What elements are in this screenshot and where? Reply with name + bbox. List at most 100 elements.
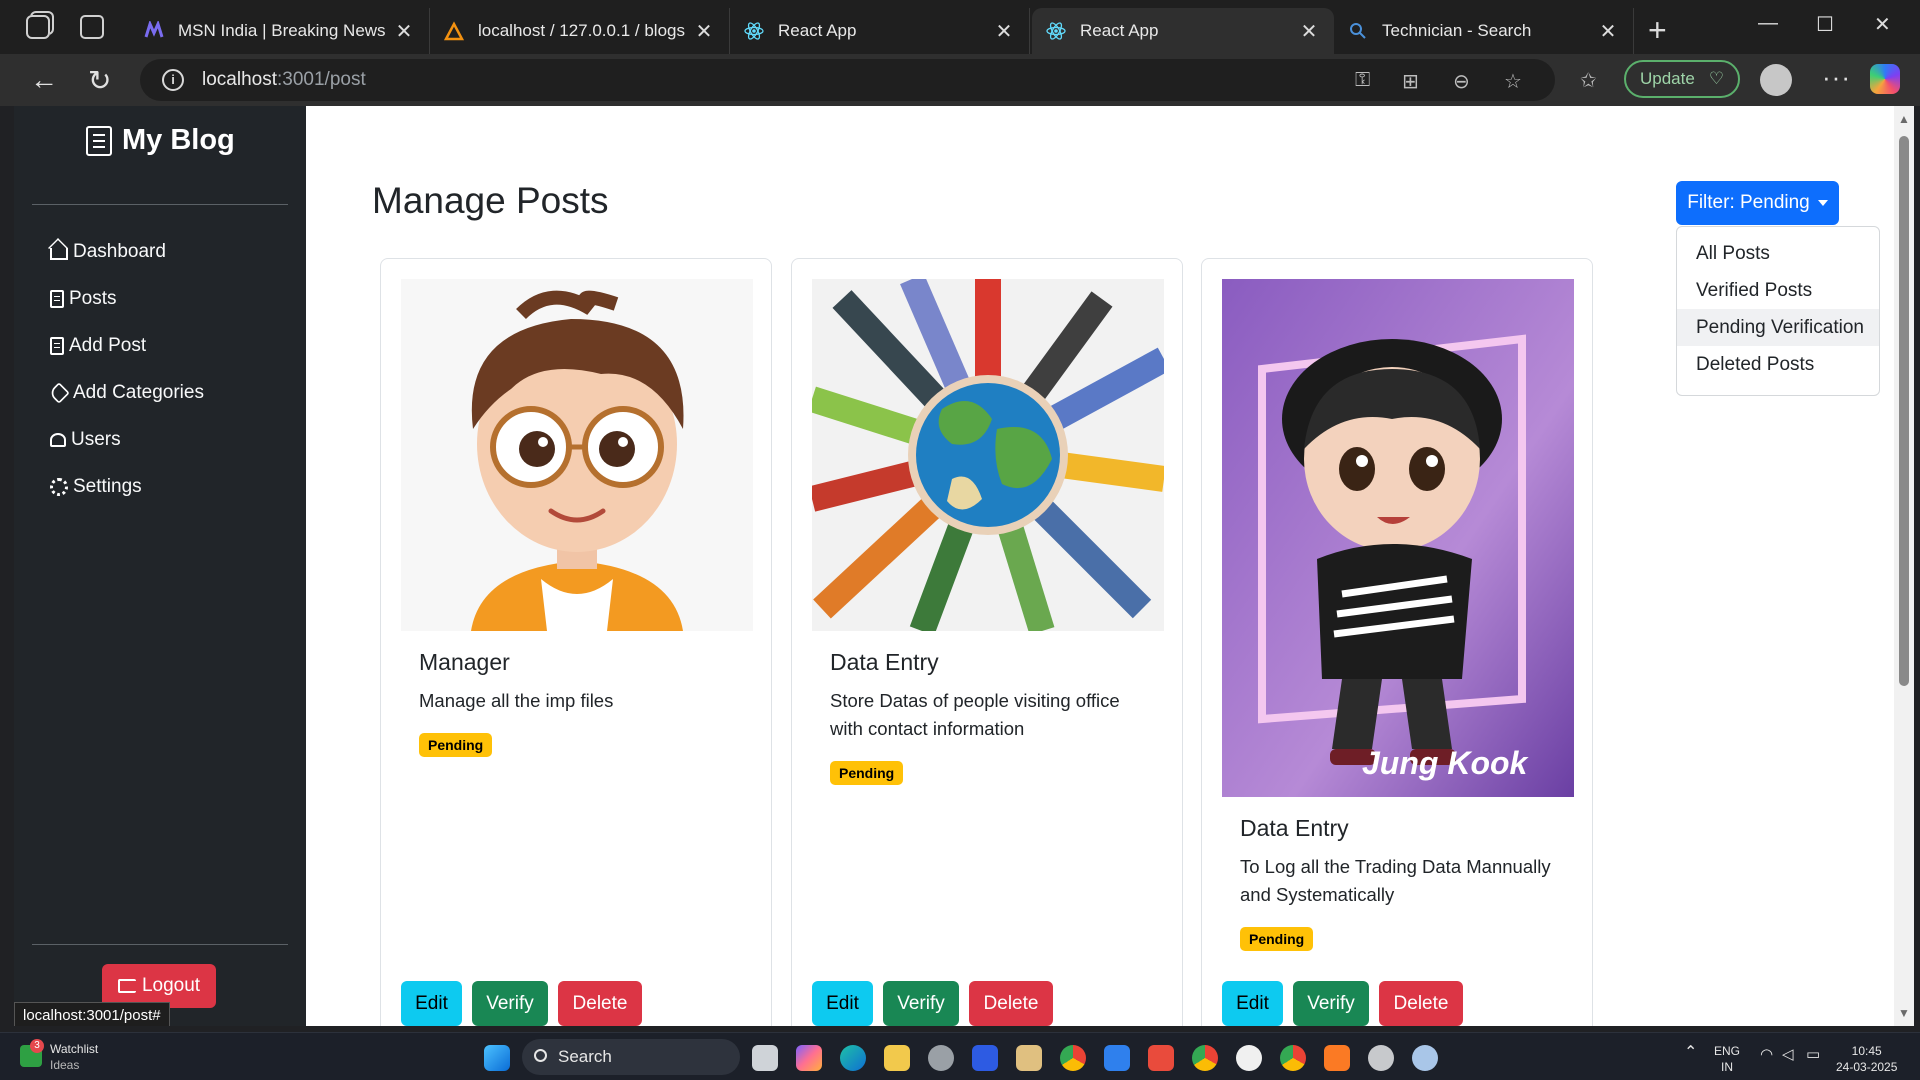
widget-title: Watchlist: [50, 1042, 99, 1056]
workspaces-icon[interactable]: [26, 15, 50, 39]
taskbar-search[interactable]: Search: [522, 1039, 740, 1075]
phpmyadmin-icon: [444, 21, 464, 41]
verify-button[interactable]: Verify: [883, 981, 959, 1026]
key-icon[interactable]: ⚿: [1355, 69, 1370, 92]
tab-msn[interactable]: MSN India | Breaking News, Ente ✕: [130, 8, 430, 54]
tab-react-app-active[interactable]: React App ✕: [1032, 8, 1334, 54]
post-description: To Log all the Trading Data Mannually an…: [1240, 856, 1551, 905]
filter-option-deleted[interactable]: Deleted Posts: [1677, 346, 1879, 383]
delete-button[interactable]: Delete: [969, 981, 1053, 1026]
filter-dropdown-menu: All Posts Verified Posts Pending Verific…: [1676, 226, 1880, 396]
sidebar-item-label: Users: [71, 428, 121, 450]
sidebar-item-add-categories[interactable]: Add Categories: [48, 369, 204, 416]
notification-badge: 3: [30, 1039, 44, 1053]
delete-label: Delete: [1393, 992, 1449, 1014]
browser-tab-bar: MSN India | Breaking News, Ente ✕ localh…: [0, 0, 1920, 54]
task-view-icon[interactable]: [752, 1045, 778, 1071]
caret-down-icon: [1817, 200, 1828, 206]
settings-icon[interactable]: [1412, 1045, 1438, 1071]
battery-icon[interactable]: ▭: [1806, 1047, 1820, 1063]
chevron-up-icon[interactable]: ⌃: [1684, 1045, 1697, 1061]
tab-title: MSN India | Breaking News, Ente: [178, 21, 385, 40]
sidebar-item-users[interactable]: Users: [50, 416, 204, 463]
sidebar-item-dashboard[interactable]: Dashboard: [50, 228, 204, 275]
filter-option-pending[interactable]: Pending Verification: [1677, 309, 1879, 346]
back-button[interactable]: ←: [30, 64, 58, 96]
tab-technician-search[interactable]: Technician - Search ✕: [1334, 8, 1634, 54]
unity-icon[interactable]: [928, 1045, 954, 1071]
post-description: Manage all the imp files: [419, 690, 614, 711]
sidebar-item-settings[interactable]: Settings: [50, 463, 204, 510]
file-explorer-icon[interactable]: [884, 1045, 910, 1071]
close-icon[interactable]: ✕: [393, 19, 415, 44]
verify-label: Verify: [1307, 992, 1355, 1014]
delete-button[interactable]: Delete: [1379, 981, 1463, 1026]
filter-option-all[interactable]: All Posts: [1677, 235, 1879, 272]
status-badge: Pending: [419, 733, 493, 757]
post-description: Store Datas of people visiting office wi…: [830, 690, 1120, 739]
close-window-button[interactable]: ✕: [1874, 12, 1891, 37]
edge-icon[interactable]: [840, 1045, 866, 1071]
update-button[interactable]: Update ♡: [1624, 60, 1740, 98]
verify-button[interactable]: Verify: [472, 981, 548, 1026]
new-tab-button[interactable]: +: [1648, 12, 1667, 49]
filter-option-verified[interactable]: Verified Posts: [1677, 272, 1879, 309]
close-icon[interactable]: ✕: [1597, 19, 1619, 44]
site-info-icon[interactable]: i: [162, 69, 184, 91]
vscode-icon[interactable]: [1104, 1045, 1130, 1071]
wifi-icon[interactable]: ◠: [1760, 1047, 1773, 1063]
close-icon[interactable]: ✕: [1298, 19, 1320, 44]
filter-dropdown-button[interactable]: Filter: Pending: [1676, 181, 1839, 225]
watchlist-widget[interactable]: Watchlist Ideas: [50, 1041, 98, 1073]
tab-phpmyadmin[interactable]: localhost / 127.0.0.1 / blogs / ad ✕: [430, 8, 730, 54]
app-icon[interactable]: [1016, 1045, 1042, 1071]
close-icon[interactable]: ✕: [693, 19, 715, 44]
maximize-button[interactable]: ☐: [1816, 12, 1834, 37]
sidebar-item-label: Posts: [69, 287, 117, 309]
favorite-star-icon[interactable]: ☆: [1504, 69, 1522, 94]
copilot-icon[interactable]: [1870, 64, 1900, 94]
post-image: [401, 279, 753, 631]
tag-icon: [48, 381, 70, 404]
scroll-up-icon[interactable]: ▲: [1898, 112, 1910, 126]
page-scrollbar[interactable]: ▲ ▼: [1894, 106, 1914, 1026]
zoom-icon[interactable]: ⊖: [1453, 69, 1470, 94]
wps-icon[interactable]: [1148, 1045, 1174, 1071]
chrome-icon[interactable]: [1280, 1045, 1306, 1071]
app-icon[interactable]: [972, 1045, 998, 1071]
sidebar-item-add-post[interactable]: Add Post: [50, 322, 204, 369]
favorites-icon[interactable]: ✩: [1580, 68, 1597, 93]
refresh-button[interactable]: ↻: [88, 64, 111, 97]
xampp-icon[interactable]: [1324, 1045, 1350, 1071]
windows-start-icon[interactable]: [484, 1045, 510, 1071]
edit-button[interactable]: Edit: [1222, 981, 1283, 1026]
apps-icon[interactable]: ⊞: [1402, 69, 1419, 94]
minimize-button[interactable]: —: [1758, 12, 1778, 35]
verify-button[interactable]: Verify: [1293, 981, 1369, 1026]
chrome-icon[interactable]: [1192, 1045, 1218, 1071]
volume-icon[interactable]: ◁: [1782, 1047, 1794, 1063]
file-icon: [50, 336, 64, 355]
delete-button[interactable]: Delete: [558, 981, 642, 1026]
brand[interactable]: My Blog: [86, 124, 235, 157]
copilot-app-icon[interactable]: [796, 1045, 822, 1071]
post-title: Manager: [419, 649, 510, 675]
tab-title: React App: [1080, 21, 1159, 40]
scrollbar-thumb[interactable]: [1899, 136, 1909, 686]
close-icon[interactable]: ✕: [993, 19, 1015, 44]
edit-button[interactable]: Edit: [812, 981, 873, 1026]
tab-actions-icon[interactable]: [80, 15, 104, 39]
scroll-down-icon[interactable]: ▼: [1898, 1006, 1910, 1020]
more-menu-icon[interactable]: ···: [1822, 62, 1851, 93]
profile-avatar[interactable]: [1760, 64, 1792, 96]
language-indicator[interactable]: ENG IN: [1714, 1043, 1740, 1075]
edit-button[interactable]: Edit: [401, 981, 462, 1026]
sidebar-item-posts[interactable]: Posts: [50, 275, 204, 322]
post-title: Data Entry: [1240, 815, 1349, 841]
obs-icon[interactable]: [1236, 1045, 1262, 1071]
chrome-icon[interactable]: [1060, 1045, 1086, 1071]
settings-icon[interactable]: [1368, 1045, 1394, 1071]
address-bar[interactable]: i localhost:3001/post ⚿ ⊞ ⊖ ☆: [140, 59, 1555, 101]
tab-react-app[interactable]: React App ✕: [730, 8, 1030, 54]
clock[interactable]: 10:45 24-03-2025: [1836, 1043, 1897, 1075]
